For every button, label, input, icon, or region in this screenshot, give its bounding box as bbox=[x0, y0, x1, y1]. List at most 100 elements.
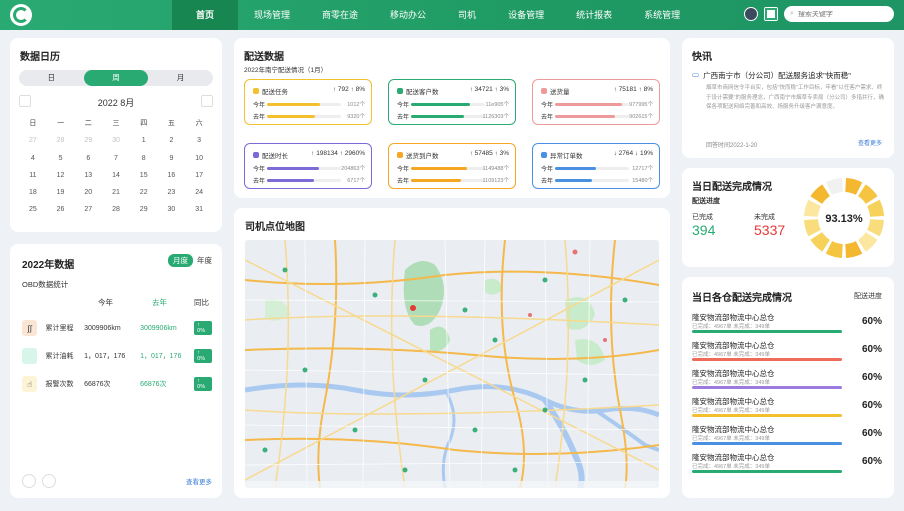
warehouse-percent: 60% bbox=[861, 400, 882, 411]
nav-item-system[interactable]: 系统管理 bbox=[628, 0, 696, 30]
this-year-label: 今年 bbox=[253, 103, 266, 109]
calendar-day[interactable]: 4 bbox=[19, 150, 47, 167]
next-page-button[interactable] bbox=[42, 474, 56, 488]
this-year-bar bbox=[267, 167, 341, 170]
calendar-day[interactable]: 12 bbox=[47, 167, 75, 184]
calendar-day[interactable]: 22 bbox=[130, 184, 158, 201]
delivery-stat-card[interactable]: 送货量 ↑ 75181 ↑ 8% 今年 977995个 去年 902615个 bbox=[532, 79, 660, 125]
calendar-day[interactable]: 31 bbox=[185, 201, 213, 218]
donut-segment bbox=[867, 199, 884, 217]
calendar-day[interactable]: 17 bbox=[185, 167, 213, 184]
nav-item-report[interactable]: 统计报表 bbox=[560, 0, 628, 30]
toggle-yearly[interactable]: 年度 bbox=[197, 255, 212, 266]
warehouse-row[interactable]: 隆安物流部物流中心总仓 已完成：4967单 未完成：349单 60% bbox=[692, 368, 884, 396]
calendar-day[interactable]: 27 bbox=[19, 132, 47, 149]
calendar-day[interactable]: 20 bbox=[74, 184, 102, 201]
nav-item-home[interactable]: 首页 bbox=[172, 0, 238, 30]
stat-label: 累计油耗 bbox=[45, 353, 74, 360]
delivery-stat-card[interactable]: 配送时长 ↑ 198134 ↑ 2960% 今年 204863个 去年 6717… bbox=[244, 143, 372, 189]
calendar-day[interactable]: 19 bbox=[47, 184, 75, 201]
donut-segment bbox=[825, 241, 843, 258]
warehouse-row[interactable]: 隆安物流部物流中心总仓 已完成：4967单 未完成：349单 60% bbox=[692, 312, 884, 340]
calendar-day[interactable]: 30 bbox=[102, 132, 130, 149]
card-value: ↑ 57485 ↑ 3% bbox=[469, 150, 509, 157]
next-month-button[interactable] bbox=[201, 95, 213, 107]
delivery-stat-card[interactable]: 异常订单数 ↓ 2764 ↓ 19% 今年 12717个 去年 15480个 bbox=[532, 143, 660, 189]
app-logo[interactable] bbox=[10, 4, 32, 26]
card-title: 异常订单数 bbox=[550, 153, 583, 160]
yoy-badge: ↑ 0% bbox=[194, 377, 212, 391]
search-box[interactable]: ⌕ bbox=[784, 6, 894, 22]
this-year-label: 今年 bbox=[253, 167, 266, 173]
message-icon: ▭ bbox=[692, 70, 700, 79]
calendar-day[interactable]: 28 bbox=[47, 132, 75, 149]
prev-page-button[interactable] bbox=[22, 474, 36, 488]
calendar-day[interactable]: 13 bbox=[74, 167, 102, 184]
qr-code-icon[interactable] bbox=[764, 7, 778, 21]
nav-item-transit[interactable]: 商零在途 bbox=[306, 0, 374, 30]
stat-dot-icon bbox=[397, 152, 403, 158]
calendar-day[interactable]: 29 bbox=[74, 132, 102, 149]
calendar-day[interactable]: 8 bbox=[130, 150, 158, 167]
calendar-day[interactable]: 9 bbox=[158, 150, 186, 167]
card-title: 配送客户数 bbox=[406, 89, 439, 96]
year-more-link[interactable]: 查看更多 bbox=[186, 476, 212, 486]
warehouse-percent: 60% bbox=[861, 372, 882, 383]
card-title: 配送任务 bbox=[262, 89, 288, 96]
calendar-day[interactable]: 30 bbox=[158, 201, 186, 218]
toggle-monthly[interactable]: 月度 bbox=[168, 254, 193, 267]
driver-location-map[interactable] bbox=[245, 240, 659, 488]
calendar-day[interactable]: 16 bbox=[158, 167, 186, 184]
warehouse-row[interactable]: 隆安物流部物流中心总仓 已完成：4967单 未完成：349单 60% bbox=[692, 424, 884, 452]
calendar-day[interactable]: 2 bbox=[158, 132, 186, 149]
tab-month[interactable]: 月 bbox=[148, 70, 213, 86]
search-input[interactable] bbox=[797, 10, 878, 18]
calendar-day[interactable]: 3 bbox=[185, 132, 213, 149]
calendar-day[interactable]: 24 bbox=[185, 184, 213, 201]
nav-item-office[interactable]: 移动办公 bbox=[374, 0, 442, 30]
calendar-day[interactable]: 23 bbox=[158, 184, 186, 201]
this-year-label: 今年 bbox=[397, 167, 410, 173]
nav-item-device[interactable]: 设备管理 bbox=[492, 0, 560, 30]
tab-week[interactable]: 周 bbox=[83, 70, 149, 86]
stat-this-year: 1，017，176 bbox=[84, 353, 126, 360]
this-year-label: 今年 bbox=[541, 103, 554, 109]
calendar-day[interactable]: 29 bbox=[130, 201, 158, 218]
alarm-icon: ☝ bbox=[22, 376, 38, 392]
news-headline-row[interactable]: ▭ 广西南宁市（分公司）配送服务追求"快而稳" bbox=[692, 70, 851, 81]
delivery-stat-card[interactable]: 送货到户数 ↑ 57485 ↑ 3% 今年 1149488个 去年 110912… bbox=[388, 143, 516, 189]
calendar-day[interactable]: 25 bbox=[19, 201, 47, 218]
delivery-title: 配送数据 bbox=[244, 52, 284, 63]
calendar-day[interactable]: 6 bbox=[74, 150, 102, 167]
warehouse-row[interactable]: 隆安物流部物流中心总仓 已完成：4967单 未完成：349单 60% bbox=[692, 452, 884, 480]
calendar-day[interactable]: 7 bbox=[102, 150, 130, 167]
calendar-day[interactable]: 1 bbox=[130, 132, 158, 149]
nav-item-driver[interactable]: 司机 bbox=[442, 0, 492, 30]
delivery-stat-card[interactable]: 配送客户数 ↑ 34721 ↑ 3% 今年 11e905个 去年 1126303… bbox=[388, 79, 516, 125]
calendar-day[interactable]: 27 bbox=[74, 201, 102, 218]
nav-item-site[interactable]: 现场管理 bbox=[238, 0, 306, 30]
card-value: ↓ 2764 ↓ 19% bbox=[613, 150, 653, 157]
calendar-day[interactable]: 5 bbox=[47, 150, 75, 167]
tab-day[interactable]: 日 bbox=[19, 70, 84, 86]
calendar-day[interactable]: 18 bbox=[19, 184, 47, 201]
calendar-day[interactable]: 15 bbox=[130, 167, 158, 184]
donut-segment bbox=[825, 178, 843, 195]
calendar-day[interactable]: 21 bbox=[102, 184, 130, 201]
calendar-day[interactable]: 10 bbox=[185, 150, 213, 167]
year-data-title: 2022年数据 bbox=[22, 260, 75, 271]
calendar-day[interactable]: 11 bbox=[19, 167, 47, 184]
today-title: 当日配送完成情况 bbox=[692, 182, 772, 193]
this-year-num: 204863个 bbox=[341, 166, 365, 172]
warehouse-row[interactable]: 隆安物流部物流中心总仓 已完成：4967单 未完成：349单 60% bbox=[692, 396, 884, 424]
calendar-day[interactable]: 28 bbox=[102, 201, 130, 218]
news-more-link[interactable]: 查看更多 bbox=[858, 138, 882, 147]
last-year-bar bbox=[267, 115, 341, 118]
delivery-stat-card[interactable]: 配送任务 ↑ 792 ↑ 8% 今年 1012个 去年 9320个 bbox=[244, 79, 372, 125]
calendar-day[interactable]: 14 bbox=[102, 167, 130, 184]
calendar-day[interactable]: 26 bbox=[47, 201, 75, 218]
user-avatar[interactable] bbox=[744, 7, 758, 21]
warehouse-row[interactable]: 隆安物流部物流中心总仓 已完成：4967单 未完成：349单 60% bbox=[692, 340, 884, 368]
stat-dot-icon bbox=[541, 152, 547, 158]
col-this-year: 今年 bbox=[98, 298, 113, 307]
